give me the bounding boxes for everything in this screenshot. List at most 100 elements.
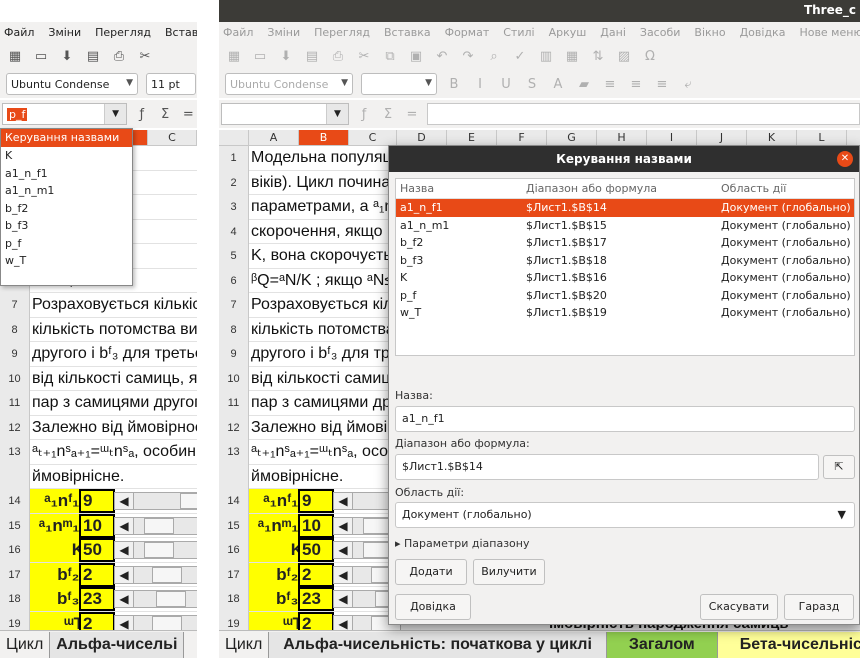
param-value-cell[interactable]: 23	[79, 587, 115, 611]
col-header-l[interactable]: L	[797, 130, 847, 145]
spelling-icon[interactable]: ✓	[511, 47, 529, 65]
row-header[interactable]: 16	[219, 538, 249, 563]
spin-left-button[interactable]: ◀	[114, 492, 134, 510]
row-header[interactable]: 7	[0, 293, 30, 318]
close-icon[interactable]: ✕	[837, 151, 853, 167]
dropdown-item[interactable]: a1_n_m1	[1, 182, 132, 200]
menu-item-7[interactable]: Дані	[600, 26, 626, 39]
spin-left-button[interactable]: ◀	[333, 541, 353, 559]
range-input[interactable]: $Лист1.$B$14	[395, 454, 819, 480]
scope-select[interactable]: Документ (глобально) ▼	[395, 502, 855, 528]
row-header[interactable]: 5	[219, 244, 249, 269]
dropdown-item[interactable]: b_f3	[1, 217, 132, 235]
col-header-d[interactable]: D	[397, 130, 447, 145]
scrollbar-track[interactable]	[134, 565, 197, 584]
cell-text[interactable]: віків). Цикл почина	[251, 172, 390, 194]
col-header-g[interactable]: G	[547, 130, 597, 145]
row-header[interactable]: 13	[219, 440, 249, 465]
row-header[interactable]: 15	[219, 513, 249, 538]
add-button[interactable]: Додати	[395, 559, 467, 585]
menu-edit[interactable]: Зміни	[48, 26, 81, 39]
row-header[interactable]: 3	[219, 195, 249, 220]
scrollbar-thumb[interactable]	[144, 542, 174, 558]
dropdown-item[interactable]: a1_n_f1	[1, 165, 132, 183]
row-header[interactable]: 14	[219, 489, 249, 514]
row-header[interactable]: 7	[219, 293, 249, 318]
col-header-c[interactable]: C	[349, 130, 397, 145]
sheet-tab-beta[interactable]: Бета-чисельність: п	[717, 632, 860, 658]
column-icon[interactable]: ▦	[563, 47, 581, 65]
sheet-tab-cycle[interactable]: Цикл	[219, 632, 270, 658]
font-size-combo[interactable]: 11 pt	[146, 73, 196, 95]
menu-item-11[interactable]: Нове меню 1	[799, 26, 860, 39]
sheet-tab-alpha[interactable]: Альфа-чисельі	[50, 632, 185, 658]
help-button[interactable]: Довідка	[395, 594, 471, 620]
menu-item-2[interactable]: Перегляд	[314, 26, 370, 39]
function-wizard-icon[interactable]: ƒ	[133, 105, 150, 123]
spin-left-button[interactable]: ◀	[114, 541, 134, 559]
pdf-icon[interactable]: ▤	[303, 47, 321, 65]
param-value-cell[interactable]: 2	[298, 562, 334, 587]
delete-button[interactable]: Вилучити	[473, 559, 545, 585]
col-header-c[interactable]: C	[148, 130, 197, 145]
name-row[interactable]: a1_n_f1 $Лист1.$B$14 Документ (глобально)	[396, 199, 854, 217]
range-options-expander[interactable]: ▸ Параметри діапазону	[395, 537, 529, 550]
row-header[interactable]: 6	[219, 268, 249, 293]
cell-text[interactable]: K, вона скорочуєть	[251, 245, 392, 267]
redo-icon[interactable]: ↷	[459, 47, 477, 65]
align-left-icon[interactable]: ≡	[601, 75, 619, 93]
row-header[interactable]: 12	[0, 415, 30, 440]
param-value-cell[interactable]: 50	[298, 538, 334, 562]
col-header-h[interactable]: H	[597, 130, 647, 145]
cell-text[interactable]: від кількості самиць, як	[32, 368, 197, 390]
open-icon[interactable]: ▭	[32, 47, 50, 65]
row-header[interactable]: 10	[219, 366, 249, 391]
cell-text[interactable]: Залежно від ймовірност	[32, 417, 197, 439]
find-icon[interactable]: ⌕	[485, 47, 503, 65]
row-header[interactable]: 18	[219, 587, 249, 612]
name-row[interactable]: b_f2 $Лист1.$B$17 Документ (глобально)	[396, 234, 854, 252]
col-header-k[interactable]: K	[747, 130, 797, 145]
row-header[interactable]	[0, 464, 30, 489]
param-value-cell[interactable]: 23	[298, 587, 334, 611]
col-header-a[interactable]: A	[249, 130, 299, 145]
cell-text[interactable]: ᵝQ=ᵃN/K ; якщо ᵃN≤K	[251, 270, 404, 292]
sheet-tab-total[interactable]: Загалом	[606, 632, 718, 658]
spin-left-button[interactable]: ◀	[333, 516, 353, 535]
cell-text[interactable]: пар з самицями другог	[32, 392, 197, 414]
param-value-cell[interactable]: 50	[79, 538, 115, 562]
paste-icon[interactable]: ▣	[407, 47, 425, 65]
name-box-dropdown-icon[interactable]: ▼	[104, 104, 127, 124]
sum-icon[interactable]: Σ	[156, 105, 173, 123]
font-color-icon[interactable]: A	[549, 75, 567, 93]
col-header-e[interactable]: E	[447, 130, 497, 145]
align-right-icon[interactable]: ≡	[653, 75, 671, 93]
menu-item-4[interactable]: Формат	[445, 26, 490, 39]
formula-input[interactable]	[427, 103, 860, 125]
align-center-icon[interactable]: ≡	[627, 75, 645, 93]
name-row[interactable]: p_f $Лист1.$B$20 Документ (глобально)	[396, 287, 854, 305]
col-range-header[interactable]: Діапазон або формула	[526, 179, 721, 198]
row-header[interactable]: 16	[0, 538, 30, 563]
menu-item-9[interactable]: Вікно	[694, 26, 725, 39]
font-size-combo[interactable]: ▼	[361, 73, 437, 95]
cell-text[interactable]: пар з самицями друг	[251, 392, 405, 414]
print-icon[interactable]: ⎙	[110, 47, 128, 65]
pdf-icon[interactable]: ▤	[84, 47, 102, 65]
scrollbar-thumb[interactable]	[152, 566, 182, 583]
row-header[interactable]	[219, 464, 249, 489]
row-header[interactable]: 11	[0, 391, 30, 416]
scrollbar-track[interactable]	[134, 492, 197, 510]
cell-text[interactable]: Модельна популяці	[251, 147, 395, 169]
name-row[interactable]: w_T $Лист1.$B$19 Документ (глобально)	[396, 304, 854, 322]
function-wizard-icon[interactable]: ƒ	[355, 105, 373, 123]
scrollbar-track[interactable]	[134, 541, 197, 559]
print-icon[interactable]: ⎙	[329, 47, 347, 65]
highlight-icon[interactable]: ▰	[575, 75, 593, 93]
sheet-tab-cycle[interactable]: Цикл	[0, 632, 51, 658]
special-char-icon[interactable]: Ω	[641, 47, 659, 65]
row-header[interactable]: 9	[219, 342, 249, 367]
cell-text[interactable]: другого і bᶠ₃ для третьо	[32, 343, 197, 365]
copy-icon[interactable]: ⧉	[381, 47, 399, 65]
col-header-b[interactable]: B	[299, 130, 349, 145]
